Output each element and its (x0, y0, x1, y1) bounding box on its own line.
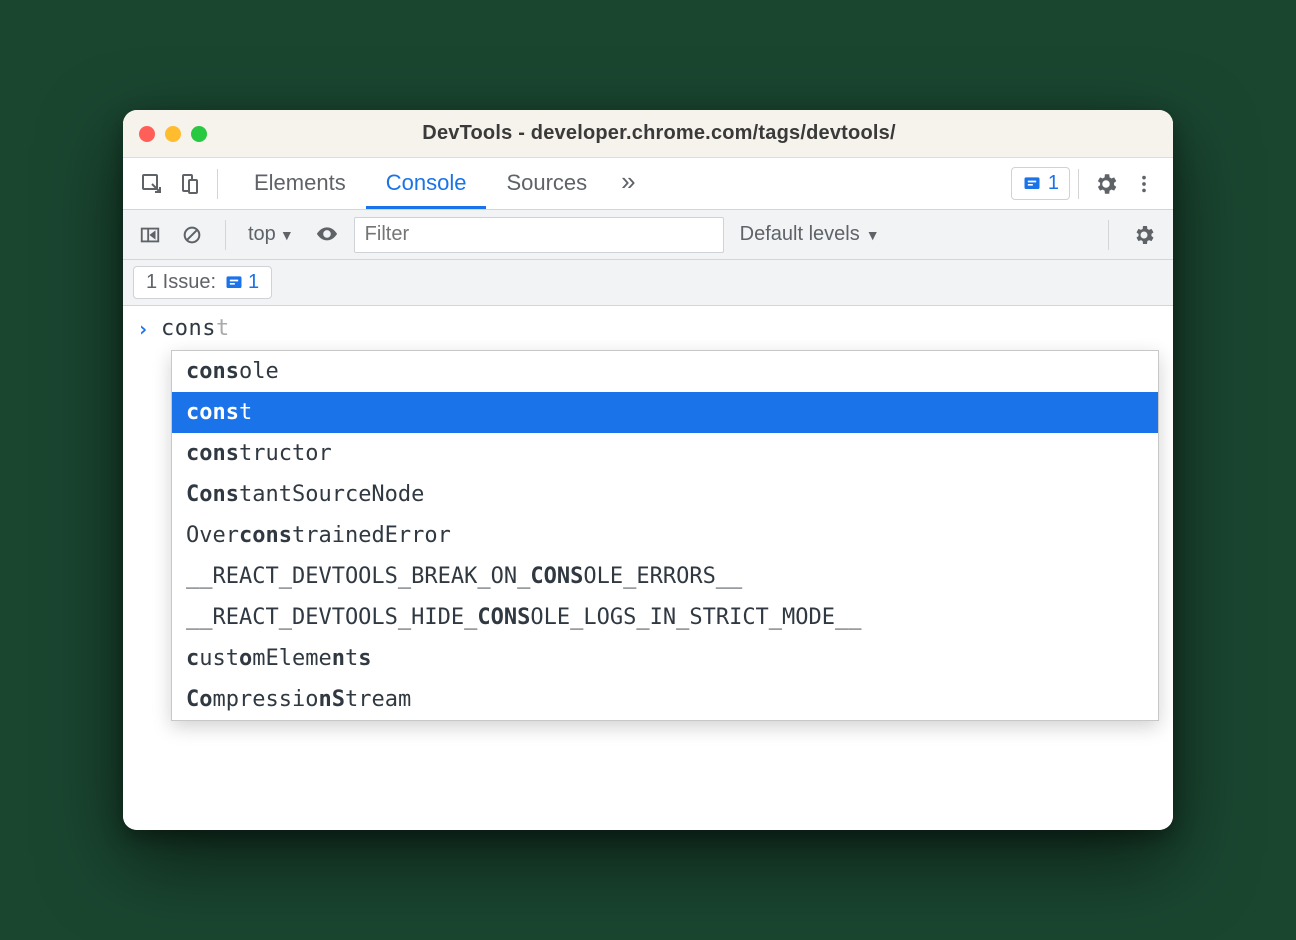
close-window-button[interactable] (139, 126, 155, 142)
window-title: DevTools - developer.chrome.com/tags/dev… (161, 122, 1157, 145)
issues-chip[interactable]: 1 Issue: 1 (133, 266, 272, 299)
toggle-sidebar-icon[interactable] (133, 218, 167, 252)
chevron-down-icon: ▼ (866, 227, 880, 243)
ghost-text: t (216, 316, 230, 341)
tab-elements[interactable]: Elements (234, 158, 366, 209)
issues-badge[interactable]: 1 (1011, 167, 1070, 200)
more-options-icon[interactable] (1125, 165, 1163, 203)
tab-console[interactable]: Console (366, 158, 487, 209)
autocomplete-item[interactable]: constructor (172, 433, 1158, 474)
settings-icon[interactable] (1087, 165, 1125, 203)
main-toolbar: Elements Console Sources » 1 (123, 158, 1173, 210)
titlebar: DevTools - developer.chrome.com/tags/dev… (123, 110, 1173, 158)
autocomplete-item[interactable]: __REACT_DEVTOOLS_HIDE_CONSOLE_LOGS_IN_ST… (172, 597, 1158, 638)
autocomplete-item[interactable]: const (172, 392, 1158, 433)
console-toolbar: top ▼ Default levels ▼ (123, 210, 1173, 260)
device-toggle-icon[interactable] (171, 165, 209, 203)
levels-label: Default levels (740, 223, 860, 246)
context-label: top (248, 223, 276, 246)
autocomplete-item[interactable]: __REACT_DEVTOOLS_BREAK_ON_CONSOLE_ERRORS… (172, 556, 1158, 597)
console-settings-icon[interactable] (1125, 216, 1163, 254)
console-input-line[interactable]: › const (123, 306, 1173, 345)
console-input[interactable]: const (161, 316, 230, 341)
context-selector[interactable]: top ▼ (242, 223, 300, 246)
autocomplete-popup: consoleconstconstructorConstantSourceNod… (171, 350, 1159, 721)
divider (1108, 220, 1109, 250)
console-body: › const consoleconstconstructorConstantS… (123, 306, 1173, 830)
clear-console-icon[interactable] (175, 218, 209, 252)
live-expression-icon[interactable] (308, 218, 346, 252)
autocomplete-item[interactable]: OverconstrainedError (172, 515, 1158, 556)
tab-sources[interactable]: Sources (486, 158, 607, 209)
autocomplete-item[interactable]: CompressionStream (172, 679, 1158, 720)
inspect-element-icon[interactable] (133, 165, 171, 203)
divider (1078, 169, 1079, 199)
chevron-down-icon: ▼ (280, 227, 294, 243)
issues-label: 1 Issue: (146, 271, 216, 294)
autocomplete-item[interactable]: console (172, 351, 1158, 392)
panel-tabs: Elements Console Sources » (234, 158, 650, 209)
typed-text: cons (161, 316, 216, 341)
more-tabs-icon[interactable]: » (607, 158, 649, 209)
log-levels-selector[interactable]: Default levels ▼ (740, 223, 880, 246)
prompt-icon: › (137, 317, 149, 341)
divider (225, 220, 226, 250)
devtools-window: DevTools - developer.chrome.com/tags/dev… (123, 110, 1173, 830)
autocomplete-item[interactable]: ConstantSourceNode (172, 474, 1158, 515)
issues-badge-count: 1 (1048, 172, 1059, 195)
filter-input[interactable] (354, 217, 724, 253)
issues-row: 1 Issue: 1 (123, 260, 1173, 306)
autocomplete-item[interactable]: customElements (172, 638, 1158, 679)
issues-count: 1 (224, 271, 259, 294)
divider (217, 169, 218, 199)
